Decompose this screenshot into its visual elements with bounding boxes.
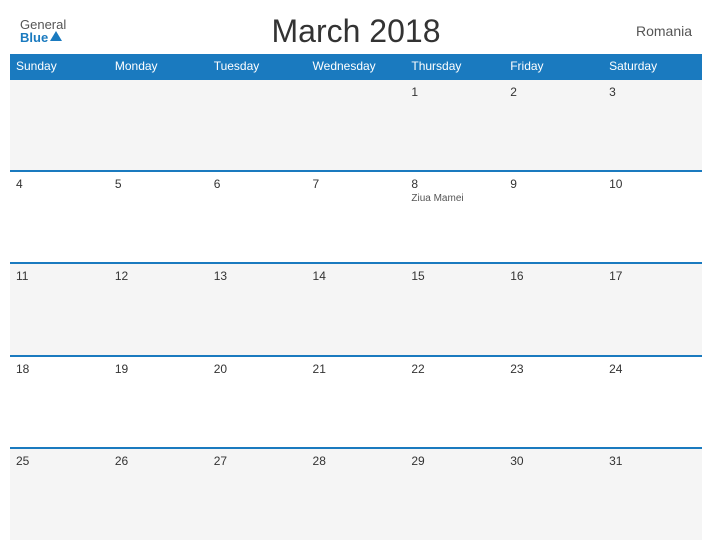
day-number: 25 [16, 454, 103, 468]
weekday-header: Sunday [10, 54, 109, 79]
logo-blue-text: Blue [20, 31, 48, 44]
calendar-cell: 8 Ziua Mamei [405, 171, 504, 263]
calendar-cell: 7 [307, 171, 406, 263]
country-label: Romania [636, 23, 692, 39]
day-number: 6 [214, 177, 301, 191]
day-number: 4 [16, 177, 103, 191]
calendar-cell: 9 [504, 171, 603, 263]
calendar-cell: 11 [10, 263, 109, 355]
calendar-cell: 25 [10, 448, 109, 540]
day-number: 7 [313, 177, 400, 191]
day-number: 18 [16, 362, 103, 376]
weekday-header: Saturday [603, 54, 702, 79]
calendar-week-row: 11 12 13 14 15 16 17 [10, 263, 702, 355]
calendar-cell: 28 [307, 448, 406, 540]
calendar-cell [10, 79, 109, 171]
day-number: 5 [115, 177, 202, 191]
event-label: Ziua Mamei [411, 193, 498, 204]
logo: General Blue [20, 18, 66, 44]
calendar-cell: 13 [208, 263, 307, 355]
calendar-cell: 29 [405, 448, 504, 540]
day-number: 15 [411, 269, 498, 283]
calendar-cell: 22 [405, 356, 504, 448]
calendar-cell: 16 [504, 263, 603, 355]
day-number: 20 [214, 362, 301, 376]
calendar-cell: 31 [603, 448, 702, 540]
day-number: 14 [313, 269, 400, 283]
day-number: 16 [510, 269, 597, 283]
day-number: 23 [510, 362, 597, 376]
calendar-cell: 3 [603, 79, 702, 171]
day-number: 17 [609, 269, 696, 283]
calendar-cell: 19 [109, 356, 208, 448]
calendar-week-row: 45678 Ziua Mamei 9 10 [10, 171, 702, 263]
calendar-cell: 23 [504, 356, 603, 448]
day-number: 22 [411, 362, 498, 376]
calendar-cell: 30 [504, 448, 603, 540]
day-number: 9 [510, 177, 597, 191]
day-number: 21 [313, 362, 400, 376]
day-number: 1 [411, 85, 498, 99]
calendar-cell: 17 [603, 263, 702, 355]
calendar-cell: 21 [307, 356, 406, 448]
day-number: 19 [115, 362, 202, 376]
day-number: 30 [510, 454, 597, 468]
calendar-cell: 10 [603, 171, 702, 263]
calendar-week-row: 123 [10, 79, 702, 171]
day-number: 2 [510, 85, 597, 99]
calendar-cell [109, 79, 208, 171]
calendar-cell [208, 79, 307, 171]
calendar-cell: 20 [208, 356, 307, 448]
weekday-header: Thursday [405, 54, 504, 79]
weekday-header: Tuesday [208, 54, 307, 79]
day-number: 26 [115, 454, 202, 468]
day-number: 24 [609, 362, 696, 376]
calendar-cell: 15 [405, 263, 504, 355]
calendar-cell: 1 [405, 79, 504, 171]
calendar-cell: 24 [603, 356, 702, 448]
day-number: 10 [609, 177, 696, 191]
calendar-cell: 18 [10, 356, 109, 448]
weekday-header: Monday [109, 54, 208, 79]
weekday-header-row: SundayMondayTuesdayWednesdayThursdayFrid… [10, 54, 702, 79]
calendar-header: General Blue March 2018 Romania [10, 10, 702, 48]
day-number: 12 [115, 269, 202, 283]
day-number: 28 [313, 454, 400, 468]
day-number: 27 [214, 454, 301, 468]
calendar-title: March 2018 [272, 13, 441, 50]
day-number: 8 [411, 177, 498, 191]
calendar-cell: 4 [10, 171, 109, 263]
calendar-cell: 26 [109, 448, 208, 540]
calendar-cell: 12 [109, 263, 208, 355]
day-number: 31 [609, 454, 696, 468]
day-number: 11 [16, 269, 103, 283]
calendar-cell: 27 [208, 448, 307, 540]
day-number: 13 [214, 269, 301, 283]
weekday-header: Wednesday [307, 54, 406, 79]
calendar-week-row: 18 19 20 21 22 23 24 [10, 356, 702, 448]
calendar-cell [307, 79, 406, 171]
calendar-cell: 6 [208, 171, 307, 263]
day-number: 3 [609, 85, 696, 99]
calendar-cell: 14 [307, 263, 406, 355]
calendar-cell: 2 [504, 79, 603, 171]
weekday-header: Friday [504, 54, 603, 79]
day-number: 29 [411, 454, 498, 468]
calendar-table: SundayMondayTuesdayWednesdayThursdayFrid… [10, 54, 702, 540]
calendar-week-row: 25 26 27 28 29 30 31 [10, 448, 702, 540]
logo-triangle-icon [50, 31, 62, 41]
calendar-cell: 5 [109, 171, 208, 263]
